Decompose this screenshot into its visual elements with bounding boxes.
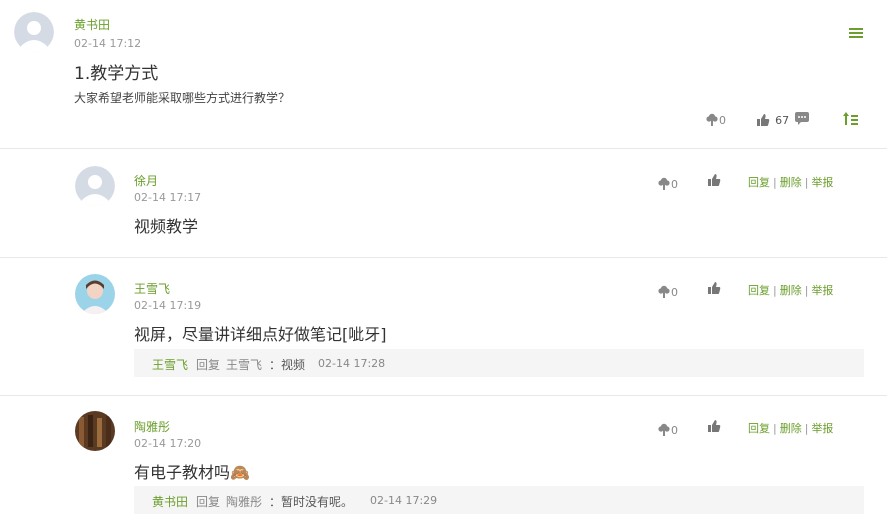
comment-content: 视屏，尽量讲详细点好做笔记[呲牙] [134, 325, 387, 344]
reply-link[interactable]: 回复 [748, 284, 770, 297]
comment-time: 02-14 17:19 [134, 299, 202, 312]
comment-author[interactable]: 陶雅彤 [134, 418, 170, 435]
reply-from[interactable]: 王雪飞 [152, 356, 188, 373]
comment-actions: 回复 | 删除 | 举报 [748, 174, 833, 190]
reply-verb: 回复 [196, 495, 221, 509]
delete-link[interactable]: 删除 [780, 284, 802, 297]
flower-count: 0 [671, 286, 678, 299]
divider [0, 395, 887, 396]
reply-verb: 回复 [196, 358, 221, 372]
thumbs-up-icon [757, 113, 770, 126]
comment-content: 有电子教材吗🙈 [134, 463, 250, 482]
reply-link[interactable]: 回复 [748, 422, 770, 435]
reply-text: ：视频 [269, 358, 306, 372]
commenter-avatar[interactable] [75, 274, 115, 314]
post-title: 1.教学方式 [74, 64, 159, 84]
default-avatar-icon [75, 166, 115, 206]
divider [0, 148, 887, 149]
flower-button[interactable]: 0 [657, 419, 678, 438]
like-button[interactable] [707, 418, 721, 437]
comment-actions: 回复 | 删除 | 举报 [748, 420, 833, 436]
report-link[interactable]: 举报 [811, 422, 833, 435]
flower-button[interactable]: 0 [657, 281, 678, 300]
comment-time: 02-14 17:17 [134, 191, 202, 204]
reply-time: 02-14 17:28 [318, 357, 386, 370]
divider [0, 257, 887, 258]
author-avatar[interactable] [14, 12, 54, 52]
like-button[interactable]: 67 [756, 109, 789, 128]
comment-icon [795, 112, 809, 125]
comment-author[interactable]: 王雪飞 [134, 280, 170, 297]
commenter-avatar[interactable] [75, 411, 115, 451]
menu-icon[interactable] [849, 24, 863, 43]
comment-button[interactable] [795, 110, 809, 129]
separator: | [804, 284, 809, 297]
default-avatar-icon [14, 12, 54, 52]
separator: | [773, 176, 777, 189]
comment-content: 视频教学 [134, 217, 199, 236]
comment-actions: 回复 | 删除 | 举报 [748, 282, 833, 298]
like-count: 67 [775, 114, 790, 127]
user-photo-avatar [75, 274, 115, 314]
separator: | [804, 176, 809, 189]
flower-count: 0 [671, 178, 678, 191]
reply-text: ：暂时没有呢。 [269, 495, 354, 509]
flower-count: 0 [719, 114, 726, 127]
reply-to[interactable]: 陶雅彤 [226, 493, 262, 510]
flower-icon [706, 113, 718, 126]
comment-time: 02-14 17:20 [134, 437, 202, 450]
post-time: 02-14 17:12 [74, 37, 142, 50]
thumbs-up-icon [708, 420, 721, 432]
flower-icon [658, 177, 670, 190]
report-link[interactable]: 举报 [811, 176, 833, 189]
flower-count: 0 [671, 424, 678, 437]
separator: | [773, 284, 777, 297]
separator: | [773, 422, 777, 435]
flower-button[interactable]: 0 [705, 109, 726, 128]
post-author[interactable]: 黄书田 [74, 16, 110, 33]
report-link[interactable]: 举报 [811, 284, 833, 297]
separator: | [804, 422, 809, 435]
like-button[interactable] [707, 172, 721, 191]
commenter-avatar[interactable] [75, 166, 115, 206]
reply-to[interactable]: 王雪飞 [226, 356, 262, 373]
thumbs-up-icon [708, 174, 721, 186]
pin-top-button[interactable] [843, 110, 858, 129]
reply-box: 黄书田 回复 陶雅彤 ：暂时没有呢。 02-14 17:29 [134, 486, 864, 514]
delete-link[interactable]: 删除 [780, 422, 802, 435]
flower-button[interactable]: 0 [657, 173, 678, 192]
comment-author[interactable]: 徐月 [134, 172, 158, 189]
pin-top-icon [843, 112, 858, 125]
thumbs-up-icon [708, 282, 721, 294]
reply-link[interactable]: 回复 [748, 176, 770, 189]
reply-time: 02-14 17:29 [370, 494, 438, 507]
flower-icon [658, 423, 670, 436]
flower-icon [658, 285, 670, 298]
delete-link[interactable]: 删除 [780, 176, 802, 189]
reply-from[interactable]: 黄书田 [152, 493, 188, 510]
like-button[interactable] [707, 280, 721, 299]
reply-box: 王雪飞 回复 王雪飞 ：视频 02-14 17:28 [134, 349, 864, 377]
user-photo-avatar [75, 411, 115, 451]
post-body: 大家希望老师能采取哪些方式进行教学？ [74, 91, 291, 105]
